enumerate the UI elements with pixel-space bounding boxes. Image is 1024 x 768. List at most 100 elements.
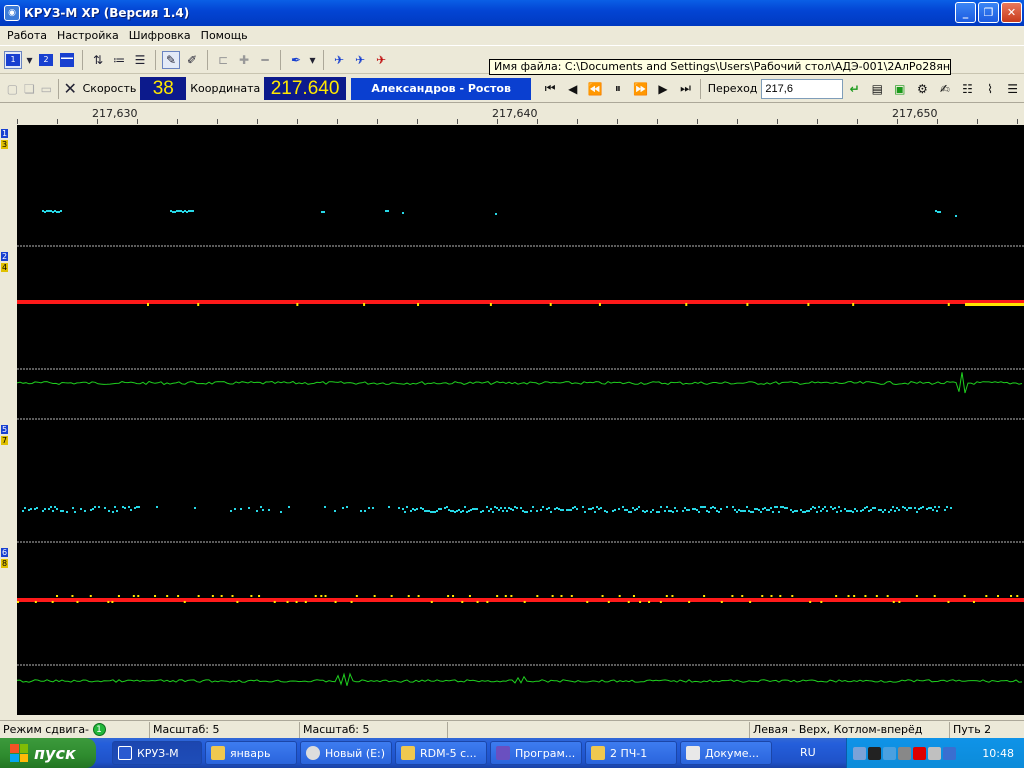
antivirus-icon[interactable] <box>913 746 926 760</box>
taskbar-item[interactable]: Новый (E:) <box>300 741 392 765</box>
signal-dot <box>868 510 870 512</box>
menu-pomosh[interactable]: Помощь <box>196 29 253 42</box>
tray-icon[interactable] <box>898 746 911 760</box>
list-numbers-icon[interactable]: ≔ <box>110 51 128 69</box>
menu-shifrovka[interactable]: Шифровка <box>124 29 196 42</box>
cancel-icon[interactable]: ✕ <box>62 79 79 98</box>
rail-line <box>17 300 1024 304</box>
tool-c-icon[interactable]: ✈ <box>372 51 390 69</box>
taskbar-item[interactable]: январь <box>205 741 297 765</box>
signal-dot <box>268 509 270 511</box>
dropdown-arrow-icon[interactable]: ▾ <box>25 51 34 69</box>
channel-1-icon[interactable]: 1 <box>4 50 22 69</box>
signal-dot <box>744 510 746 512</box>
start-label: пуск <box>34 743 76 763</box>
goto-input[interactable] <box>761 78 844 99</box>
signal-dot <box>407 595 410 597</box>
signal-dot <box>835 595 838 597</box>
new-icon[interactable]: ▢ <box>4 80 21 98</box>
tray-icon[interactable] <box>853 746 866 760</box>
signal-dot <box>963 595 966 597</box>
minimize-button[interactable]: _ <box>955 2 976 23</box>
signal-dot <box>838 506 840 508</box>
plus-icon[interactable]: ✚ <box>235 51 253 69</box>
dropdown-arrow-icon[interactable]: ▾ <box>308 51 317 69</box>
language-indicator[interactable]: RU <box>800 738 816 768</box>
signal-dot <box>918 508 920 510</box>
menu-rabota[interactable]: Работа <box>2 29 52 42</box>
start-button[interactable]: пуск <box>0 738 96 768</box>
signal-dot <box>791 595 794 597</box>
signal-dot <box>570 509 572 511</box>
list-numbers-alt-icon[interactable]: ☰ <box>131 51 149 69</box>
first-icon[interactable]: ⏮ <box>539 81 562 96</box>
split-view-icon[interactable] <box>58 51 76 69</box>
taskbar-item[interactable]: Програм... <box>490 741 582 765</box>
table-icon[interactable]: ▤ <box>866 82 889 96</box>
tray-icon[interactable] <box>928 746 941 760</box>
tray-icon[interactable] <box>883 746 896 760</box>
signal-dot <box>490 508 492 510</box>
ruler-mark <box>657 119 658 124</box>
signal-dot <box>470 509 472 511</box>
taskbar-item[interactable]: КРУЗ-М <box>112 741 202 765</box>
enter-icon[interactable]: ↵ <box>843 82 866 96</box>
menu-nastroika[interactable]: Настройка <box>52 29 124 42</box>
signal-dot <box>426 510 428 512</box>
signal-dot <box>926 508 928 510</box>
graph-icon[interactable]: ▣ <box>889 82 912 96</box>
signal-dot <box>546 508 548 510</box>
waveform-icon[interactable]: ⌇ <box>979 82 1002 96</box>
taskbar-item[interactable]: Докуме... <box>680 741 772 765</box>
signal-dot <box>965 303 1024 306</box>
signal-dot <box>324 506 326 508</box>
next-icon[interactable]: ▶ <box>652 82 675 96</box>
signal-dot <box>104 507 106 509</box>
probe-alt-icon[interactable]: ✐ <box>183 51 201 69</box>
signal-dot <box>844 508 846 510</box>
coordinate-ruler: 217,630 217,640 217,650 <box>0 102 1024 124</box>
close-button[interactable]: ✕ <box>1001 2 1022 23</box>
tray-icon[interactable] <box>868 746 881 760</box>
minus-icon[interactable]: ━ <box>256 51 274 69</box>
settings-icon[interactable]: ⚙ <box>911 82 934 96</box>
taskbar-item[interactable]: RDM-5 с... <box>395 741 487 765</box>
channel-2-icon[interactable]: 2 <box>37 51 55 69</box>
signal-dot <box>668 510 670 512</box>
sliders-icon[interactable]: ☷ <box>956 82 979 96</box>
sort-icon[interactable]: ⇅ <box>89 51 107 69</box>
restore-button[interactable]: ❐ <box>978 2 999 23</box>
rewind-icon[interactable]: ⏪ <box>584 82 607 96</box>
signal-dot <box>556 507 558 509</box>
side-status: Левая - Верх, Котлом-вперёд <box>750 721 950 738</box>
signal-dot <box>630 511 632 513</box>
equalizer-icon[interactable]: ☰ <box>1001 82 1024 96</box>
copy-icon[interactable]: ❏ <box>21 80 38 98</box>
signal-dot <box>489 303 492 306</box>
signal-dot <box>385 210 387 212</box>
signal-dot <box>703 595 706 597</box>
signal-dot <box>847 595 850 597</box>
signal-dot <box>412 508 414 510</box>
tool-a-icon[interactable]: ✈ <box>330 51 348 69</box>
fast-forward-icon[interactable]: ⏩ <box>629 82 652 96</box>
signal-dot <box>504 507 506 509</box>
last-icon[interactable]: ⏭ <box>674 81 697 96</box>
marker-icon[interactable]: ⊏ <box>214 51 232 69</box>
pen-icon[interactable]: ✒ <box>287 51 305 69</box>
signal-dot <box>710 507 712 509</box>
taskbar-item[interactable]: 2 ПЧ-1 <box>585 741 677 765</box>
signal-dot <box>754 508 756 510</box>
signature-icon[interactable]: ✍ <box>934 82 957 96</box>
ruler-mark <box>537 119 538 124</box>
signal-dot <box>584 511 586 513</box>
tray-icon[interactable] <box>943 746 956 760</box>
prev-icon[interactable]: ◀ <box>561 82 584 96</box>
probe-icon[interactable]: ✎ <box>162 50 180 69</box>
scan-display[interactable] <box>17 125 1024 715</box>
ruler-mark <box>57 119 58 124</box>
tool-b-icon[interactable]: ✈ <box>351 51 369 69</box>
open-icon[interactable]: ▭ <box>38 80 55 98</box>
pause-icon[interactable]: ⏸ <box>607 81 630 96</box>
channel-label: 1 <box>1 129 8 138</box>
